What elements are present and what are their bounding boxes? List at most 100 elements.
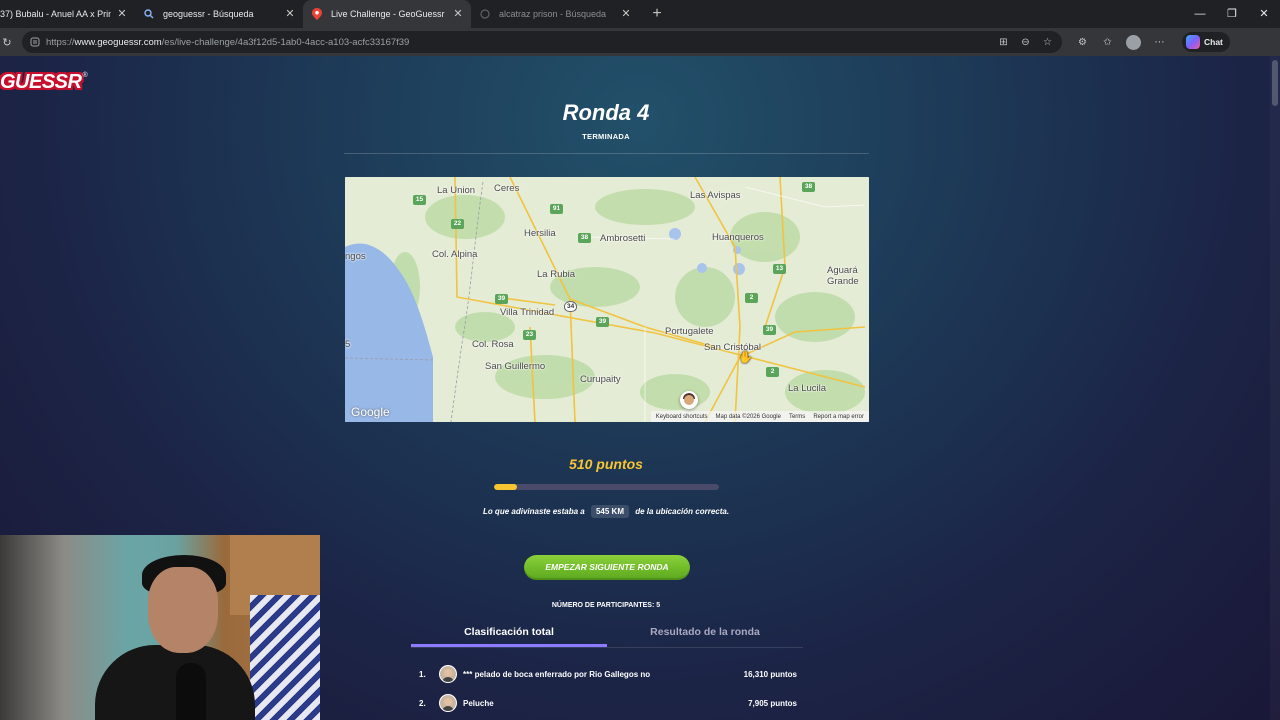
map-place-label: ngos [345, 251, 366, 262]
url-host: www.geoguessr.com [74, 36, 162, 48]
map-attribution: Keyboard shortcuts Map data ©2026 Google… [650, 411, 869, 422]
address-bar-row: ↻ https://www.geoguessr.com/es/live-chal… [0, 28, 1280, 56]
close-icon[interactable]: ✕ [115, 7, 129, 21]
location-pin-icon [311, 8, 323, 20]
distance-prefix: Lo que adivinaste estaba a [482, 507, 585, 516]
map-place-label: San Guillermo [485, 361, 546, 372]
route-shield: 15 [413, 195, 426, 205]
map-place-label: Hersilia [524, 228, 556, 239]
google-logo[interactable]: Google [351, 405, 390, 419]
browser-tab-geoguessr[interactable]: Live Challenge - GeoGuessr ✕ [303, 0, 471, 28]
map-place-label: Ambrosetti [600, 233, 646, 244]
scrollbar-thumb[interactable] [1272, 60, 1278, 106]
route-shield: 2 [766, 367, 779, 377]
url-path: /es/live-challenge/4a3f12d5-1ab0-4acc-a1… [161, 36, 410, 48]
tab-total-ranking[interactable]: Clasificación total [411, 620, 607, 647]
map-place-label: Col. Rosa [472, 339, 514, 350]
route-shield: 39 [596, 317, 609, 327]
omnibox-actions: ⊞ ⊖ ☆ [997, 36, 1062, 49]
leaderboard-tabs: Clasificación total Resultado de la rond… [411, 620, 803, 648]
route-shield: 2 [745, 293, 758, 303]
logo-text: GUESSR [0, 70, 82, 93]
favorite-star-icon[interactable]: ☆ [1041, 36, 1054, 49]
copilot-icon [1186, 35, 1200, 49]
route-shield: 38 [578, 233, 591, 243]
favorites-icon[interactable]: ✩ [1101, 36, 1114, 49]
map-place-label: La Union [437, 185, 476, 196]
leaderboard-row[interactable]: 2. Peluche 7,905 puntos [411, 691, 803, 715]
extensions-icon[interactable]: ⚙ [1076, 36, 1089, 49]
route-shield: 22 [451, 219, 464, 229]
search-icon [143, 8, 155, 20]
map-data-label: Map data ©2026 Google [715, 413, 781, 420]
map-place-label: Villa Trinidad [500, 307, 555, 318]
reader-icon[interactable]: ⊖ [1019, 36, 1032, 49]
logo-registered-mark: ® [82, 71, 88, 79]
tab-title: Live Challenge - GeoGuessr [331, 9, 445, 19]
report-error-link[interactable]: Report a map error [813, 414, 864, 420]
geoguessr-logo[interactable]: GUESSR ® [0, 70, 88, 94]
restore-icon[interactable]: ❐ [1216, 0, 1248, 28]
browser-tab-youtube[interactable]: 37) Bubalu - Anuel AA x Prince R ✕ [0, 0, 135, 28]
route-shield: 91 [550, 204, 563, 214]
distance-value: 545 KM [590, 505, 629, 518]
divider [344, 153, 869, 154]
minimize-icon[interactable]: — [1184, 0, 1216, 28]
player-guess-pin[interactable] [680, 391, 698, 409]
rank: 1. [419, 669, 426, 679]
distance-summary: Lo que adivinaste estaba a 545 KM de la … [0, 505, 1212, 518]
browser-tab-search-alcatraz[interactable]: alcatraz prison - Búsqueda ✕ [471, 0, 639, 28]
route-shield: 39 [495, 294, 508, 304]
hand-cursor-icon: ✋ [738, 350, 753, 364]
url-scheme: https:// [46, 36, 75, 48]
streamer-face [148, 567, 218, 653]
next-round-button[interactable]: EMPEZAR SIGUIENTE RONDA [524, 555, 690, 580]
result-map[interactable]: La Union Ceres Las Avispas Hersilia Ambroset… [345, 177, 869, 422]
route-shield: 13 [773, 264, 786, 274]
player-name: *** pelado de boca enferrado por Rio Gal… [463, 669, 651, 679]
copilot-chat-button[interactable]: Chat [1182, 32, 1230, 52]
map-place-label: La Lucila [788, 383, 827, 394]
microphone [176, 663, 206, 720]
close-icon[interactable]: ✕ [451, 7, 465, 21]
terms-link[interactable]: Terms [789, 414, 805, 420]
webcam-overlay [0, 535, 320, 720]
site-info-icon[interactable] [30, 37, 40, 47]
player-name: Peluche [463, 698, 494, 708]
rank: 2. [419, 698, 426, 708]
close-icon[interactable]: ✕ [619, 7, 633, 21]
score-progress-fill [494, 484, 517, 490]
player-score: 16,310 puntos [743, 669, 797, 679]
browser-tab-search-geoguessr[interactable]: geoguessr - Búsqueda ✕ [135, 0, 303, 28]
player-score: 7,905 puntos [748, 698, 797, 708]
profile-avatar-icon[interactable] [1126, 34, 1141, 50]
map-place-label: Las Avispas [690, 190, 741, 201]
avatar [439, 694, 457, 712]
map-place-label: Ceres [494, 183, 520, 194]
round-title: Ronda 4 [562, 100, 650, 125]
tab-title: alcatraz prison - Búsqueda [499, 9, 607, 19]
url-input[interactable]: https://www.geoguessr.com/es/live-challe… [22, 31, 1062, 53]
map-place-label: Col. Alpina [432, 249, 478, 260]
tab-round-result[interactable]: Resultado de la ronda [607, 620, 803, 647]
browser-tab-strip: 37) Bubalu - Anuel AA x Prince R ✕ geogu… [0, 0, 1280, 28]
tab-title: geoguessr - Búsqueda [163, 9, 254, 19]
avatar [439, 665, 457, 683]
map-place-label: Huanqueros [712, 232, 764, 243]
distance-suffix: de la ubicación correcta. [635, 507, 730, 516]
reload-icon[interactable]: ↻ [0, 36, 14, 49]
scrollbar[interactable] [1270, 56, 1280, 720]
close-icon[interactable]: ✕ [283, 7, 297, 21]
new-tab-button[interactable]: + [645, 0, 669, 28]
close-window-icon[interactable]: ✕ [1248, 0, 1280, 28]
tab-title: 37) Bubalu - Anuel AA x Prince R [0, 9, 111, 19]
streamer-body [95, 645, 255, 720]
keyboard-shortcuts-link[interactable]: Keyboard shortcuts [656, 414, 708, 420]
route-shield: 39 [763, 325, 776, 335]
more-menu-icon[interactable]: ⋯ [1153, 36, 1166, 49]
apps-icon[interactable]: ⊞ [997, 36, 1010, 49]
map-place-label: Portugalete [665, 326, 714, 337]
leaderboard-row[interactable]: 1. *** pelado de boca enferrado por Rio … [411, 662, 803, 686]
map-place-label: Grande [827, 276, 859, 287]
webcam-blanket [250, 595, 320, 720]
